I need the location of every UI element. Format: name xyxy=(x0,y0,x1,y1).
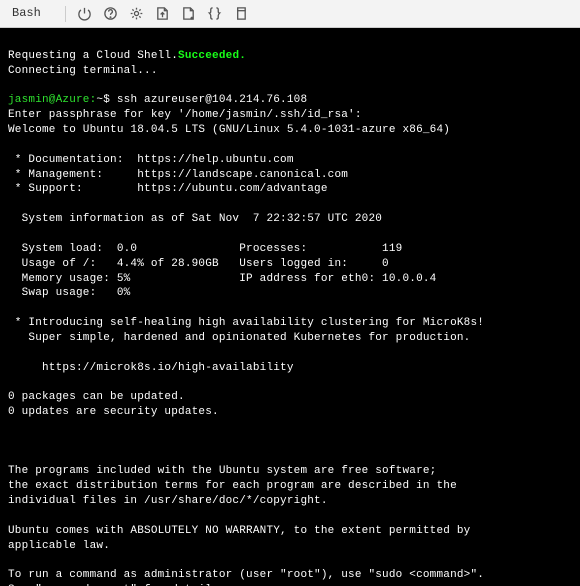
line: Usage of /: 4.4% of 28.90GB Users logged… xyxy=(8,258,389,270)
line: Super simple, hardened and opinionated K… xyxy=(8,332,470,344)
line: Ubuntu comes with ABSOLUTELY NO WARRANTY… xyxy=(8,525,470,537)
line: Enter passphrase for key '/home/jasmin/.… xyxy=(8,109,362,121)
line: * Documentation: https://help.ubuntu.com xyxy=(8,154,294,166)
line: the exact distribution terms for each pr… xyxy=(8,480,457,492)
upload-icon[interactable] xyxy=(152,3,174,25)
line: System load: 0.0 Processes: 119 xyxy=(8,243,402,255)
line: Memory usage: 5% IP address for eth0: 10… xyxy=(8,273,436,285)
status-succeeded: Succeeded. xyxy=(178,50,246,62)
shell-selector-label: Bash xyxy=(12,5,41,21)
line: 0 updates are security updates. xyxy=(8,406,219,418)
line: Welcome to Ubuntu 18.04.5 LTS (GNU/Linux… xyxy=(8,124,450,136)
copy-icon[interactable] xyxy=(230,3,252,25)
line: https://microk8s.io/high-availability xyxy=(8,362,294,374)
line: 0 packages can be updated. xyxy=(8,391,185,403)
line: * Management: https://landscape.canonica… xyxy=(8,169,348,181)
line: Requesting a Cloud Shell. xyxy=(8,50,178,62)
cloud-shell-toolbar: Bash xyxy=(0,0,580,28)
prompt-user: jasmin@Azure: xyxy=(8,94,96,106)
line: * Support: https://ubuntu.com/advantage xyxy=(8,183,328,195)
toolbar-separator xyxy=(65,6,66,22)
line: The programs included with the Ubuntu sy… xyxy=(8,465,436,477)
line: Swap usage: 0% xyxy=(8,287,130,299)
command: $ ssh azureuser@104.214.76.108 xyxy=(103,94,307,106)
braces-icon[interactable] xyxy=(204,3,226,25)
line: To run a command as administrator (user … xyxy=(8,569,484,581)
help-icon[interactable] xyxy=(100,3,122,25)
power-icon[interactable] xyxy=(74,3,96,25)
terminal-output[interactable]: Requesting a Cloud Shell.Succeeded. Conn… xyxy=(0,28,580,586)
line: individual files in /usr/share/doc/*/cop… xyxy=(8,495,328,507)
new-file-icon[interactable] xyxy=(178,3,200,25)
line: Connecting terminal... xyxy=(8,65,158,77)
line: * Introducing self-healing high availabi… xyxy=(8,317,484,329)
line: applicable law. xyxy=(8,540,110,552)
shell-selector[interactable]: Bash xyxy=(6,3,57,23)
line: System information as of Sat Nov 7 22:32… xyxy=(8,213,382,225)
settings-icon[interactable] xyxy=(126,3,148,25)
